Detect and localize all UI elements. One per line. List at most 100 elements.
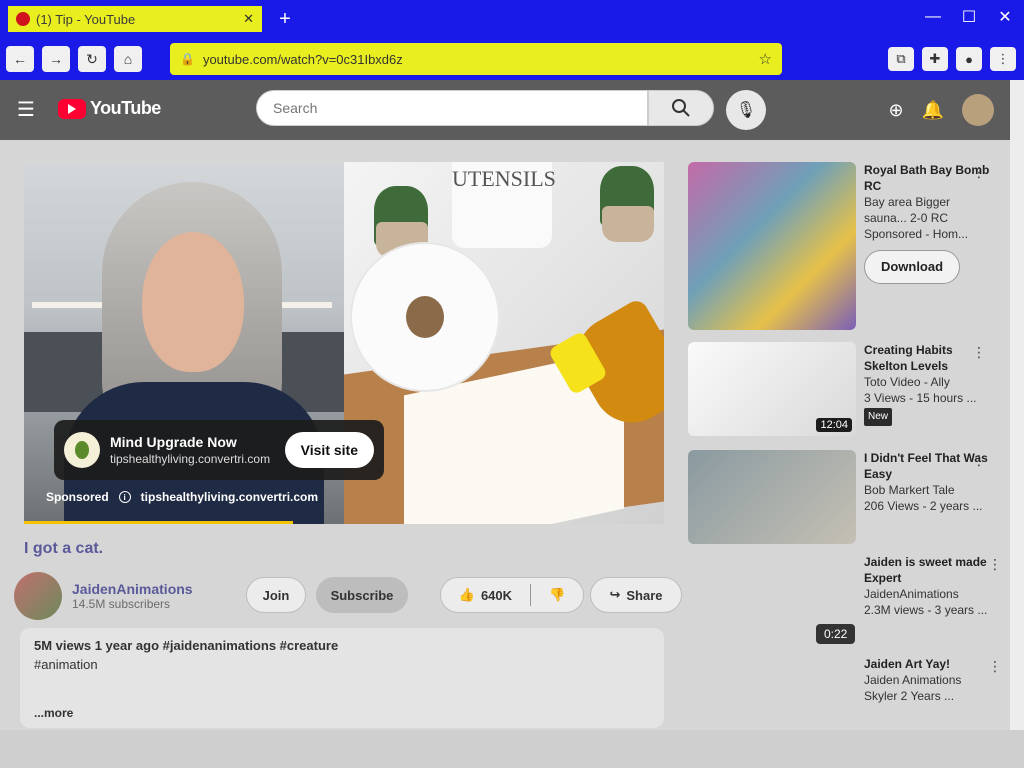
description-tags: #animation <box>34 657 98 672</box>
home-icon[interactable]: ⌂ <box>114 46 142 72</box>
notifications-icon[interactable]: 🔔 <box>922 100 944 121</box>
browser-tab[interactable]: (1) Tip - YouTube ✕ <box>6 4 264 34</box>
kebab-menu-icon[interactable]: ⋮ <box>972 452 986 469</box>
create-icon[interactable]: ⊕ <box>888 100 903 121</box>
related-item[interactable]: I Didn't Feel That Was Easy Bob Markert … <box>688 450 990 544</box>
account-avatar[interactable] <box>962 94 994 126</box>
description-stats: 5M views 1 year ago #jaidenanimations #c… <box>34 638 339 653</box>
ad-title[interactable]: Mind Upgrade Now <box>110 433 275 451</box>
related-meta: Jaiden Animations <box>864 673 962 687</box>
related-item[interactable]: 12:04 Creating Habits Skelton Levels Tot… <box>688 342 990 436</box>
related-sub: 206 Views - 2 years ... <box>864 499 983 513</box>
hamburger-menu-icon[interactable]: ☰ <box>10 94 42 124</box>
channel-avatar[interactable] <box>14 572 62 620</box>
youtube-masthead: ☰ YouTube 🎙 ⊕ 🔔 <box>0 80 1010 140</box>
star-icon[interactable]: ☆ <box>759 50 772 68</box>
tab-title: (1) Tip - YouTube <box>36 11 136 27</box>
related-meta: JaidenAnimations <box>864 587 959 601</box>
related-item[interactable]: Jaiden is sweet made Expert JaidenAnimat… <box>864 554 1002 618</box>
channel-name[interactable]: JaidenAnimations <box>72 581 193 597</box>
dislike-button[interactable]: 👎 <box>537 587 577 603</box>
join-button[interactable]: Join <box>246 577 306 613</box>
utensils-jar: UTENSILS <box>452 162 556 248</box>
watch-page: UTENSILS Mind Upgrade Now tipshealthyliv… <box>0 140 1010 730</box>
info-icon[interactable]: i <box>118 491 131 503</box>
like-button[interactable]: 👍 640K <box>447 587 524 603</box>
extension-icon[interactable]: ⧉ <box>888 47 914 71</box>
related-meta: Toto Video - Ally <box>864 375 950 389</box>
address-bar[interactable]: 🔒 youtube.com/watch?v=0c31Ibxd6z ☆ <box>170 43 782 75</box>
related-thumbnail[interactable] <box>688 162 856 330</box>
video-title: I got a cat. <box>24 540 104 557</box>
share-icon: ↪ <box>609 587 621 602</box>
thumbs-down-icon: 👎 <box>549 587 566 602</box>
kebab-menu-icon[interactable]: ⋮ <box>972 164 986 181</box>
address-url: youtube.com/watch?v=0c31Ibxd6z <box>202 51 403 67</box>
search-input[interactable] <box>256 90 648 126</box>
ad-overlay-card[interactable]: Mind Upgrade Now tipshealthyliving.conve… <box>54 420 384 480</box>
related-thumbnail[interactable] <box>688 450 856 544</box>
related-sub: 3 Views - 15 hours ... <box>864 391 977 405</box>
ad-footer: Sponsored i tipshealthyliving.convertri.… <box>46 488 318 506</box>
youtube-favicon-icon <box>16 12 30 26</box>
related-item[interactable]: Jaiden Art Yay! Jaiden Animations Skyler… <box>864 656 1002 704</box>
time-chip: 0:22 <box>816 624 856 644</box>
window-controls: — ☐ ✕ <box>920 4 1018 30</box>
microphone-icon[interactable]: 🎙 <box>726 90 766 130</box>
search-icon <box>672 99 690 117</box>
sponsored-label: Sponsored <box>46 490 109 504</box>
share-label: Share <box>626 587 663 603</box>
like-dislike-group: 👍 640K 👎 <box>440 577 584 613</box>
video-player[interactable]: UTENSILS Mind Upgrade Now tipshealthyliv… <box>24 162 664 524</box>
related-sub: Skyler 2 Years ... <box>864 689 955 703</box>
toilet-paper-roll <box>350 242 500 392</box>
close-tab-icon[interactable]: ✕ <box>243 11 254 27</box>
visit-site-button[interactable]: Visit site <box>284 432 374 468</box>
share-button[interactable]: ↪ Share <box>590 577 682 613</box>
back-icon[interactable]: ← <box>6 46 34 72</box>
new-tab-icon[interactable]: + <box>272 6 298 32</box>
youtube-logo[interactable]: YouTube <box>58 98 161 119</box>
like-count: 640K <box>480 587 513 603</box>
minimize-icon[interactable]: — <box>920 4 946 30</box>
more-link[interactable]: ...more <box>34 706 73 720</box>
profile-icon[interactable]: ● <box>956 47 982 71</box>
duration-badge: 12:04 <box>816 418 852 432</box>
related-meta: Bob Markert Tale <box>864 483 955 497</box>
page-scrollbar[interactable] <box>1010 80 1024 730</box>
related-sub: 2.3M views - 3 years ... <box>864 603 988 617</box>
video-frame-right: UTENSILS <box>344 162 664 524</box>
related-title[interactable]: Jaiden is sweet made Expert <box>864 554 994 586</box>
youtube-play-icon <box>58 98 86 119</box>
ad-domain[interactable]: tipshealthyliving.convertri.com <box>110 451 275 467</box>
reload-icon[interactable]: ↻ <box>78 46 106 72</box>
ad-footer-domain[interactable]: tipshealthyliving.convertri.com <box>141 490 318 504</box>
close-window-icon[interactable]: ✕ <box>992 4 1018 30</box>
download-button[interactable]: Download <box>864 250 960 284</box>
logo-text: YouTube <box>90 98 161 118</box>
channel-owner: JaidenAnimations 14.5M subscribers <box>14 572 193 620</box>
kebab-menu-icon[interactable]: ⋮ <box>988 556 1002 573</box>
ad-progress-bar <box>24 521 293 524</box>
subscriber-count: 14.5M subscribers <box>72 597 171 611</box>
lock-icon[interactable]: 🔒 <box>180 52 195 66</box>
forward-icon[interactable]: → <box>42 46 70 72</box>
thumbs-up-icon: 👍 <box>458 587 475 602</box>
maximize-icon[interactable]: ☐ <box>956 4 982 30</box>
kebab-menu-icon[interactable]: ⋮ <box>972 344 986 361</box>
description-box[interactable]: 5M views 1 year ago #jaidenanimations #c… <box>20 628 664 728</box>
kebab-menu-icon[interactable]: ⋮ <box>988 658 1002 675</box>
puzzle-icon[interactable]: ✚ <box>922 47 948 71</box>
related-sub: Sponsored - Hom... <box>864 227 969 241</box>
related-meta: Bay area Bigger sauna... 2-0 RC <box>864 195 951 225</box>
menu-icon[interactable]: ⋮ <box>990 47 1016 71</box>
search-button[interactable] <box>648 90 714 126</box>
related-item[interactable]: Royal Bath Bay Bomb RC Bay area Bigger s… <box>688 162 990 330</box>
subscribe-button[interactable]: Subscribe <box>316 577 408 613</box>
bottom-strip <box>0 730 1024 768</box>
related-title[interactable]: Jaiden Art Yay! <box>864 656 994 672</box>
browser-toolbar: ← → ↻ ⌂ 🔒 youtube.com/watch?v=0c31Ibxd6z… <box>0 38 1024 80</box>
advertiser-logo-icon <box>64 432 100 468</box>
related-thumbnail[interactable]: 12:04 <box>688 342 856 436</box>
browser-tabbar: (1) Tip - YouTube ✕ + — ☐ ✕ <box>0 0 1024 38</box>
